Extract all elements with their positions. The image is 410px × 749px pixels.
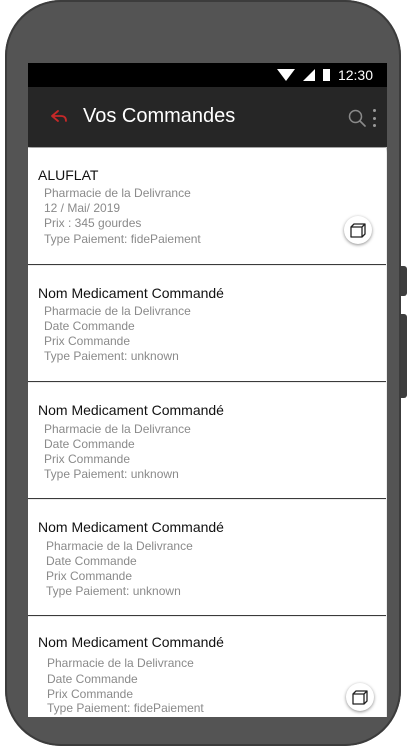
order-card[interactable]: Nom Medicament Commandé Pharmacie de la … — [28, 617, 386, 717]
medicament-name: Nom Medicament Commandé — [38, 402, 224, 418]
payment-type: Type Paiement: unknown — [44, 349, 179, 363]
order-price: Prix Commande — [47, 687, 134, 701]
package-icon — [350, 223, 366, 238]
order-card[interactable]: ALUFLAT Pharmacie de la Delivrance 12 / … — [28, 148, 386, 265]
back-arrow-icon[interactable] — [50, 109, 68, 125]
signal-icon — [302, 69, 315, 81]
medicament-name: ALUFLAT — [38, 167, 99, 183]
payment-type: Type Paiement: unknown — [44, 467, 179, 481]
battery-icon — [322, 69, 330, 81]
order-price: Prix Commande — [46, 569, 133, 583]
order-date: Date Commande — [46, 554, 137, 568]
order-card[interactable]: Nom Medicament Commandé Pharmacie de la … — [28, 383, 386, 499]
order-card[interactable]: Nom Medicament Commandé Pharmacie de la … — [28, 500, 386, 616]
order-price: Prix : 345 gourdes — [44, 216, 142, 230]
more-options-icon[interactable] — [371, 109, 377, 127]
wifi-icon — [276, 69, 295, 81]
search-icon[interactable] — [348, 109, 366, 127]
pharmacy-name: Pharmacie de la Delivrance — [44, 186, 191, 200]
package-icon — [352, 690, 368, 705]
phone-side-button — [401, 266, 407, 296]
medicament-name: Nom Medicament Commandé — [38, 634, 224, 650]
phone-volume-button — [401, 314, 407, 398]
pharmacy-name: Pharmacie de la Delivrance — [46, 539, 193, 553]
order-price: Prix Commande — [44, 334, 131, 348]
pharmacy-name: Pharmacie de la Delivrance — [44, 422, 191, 436]
medicament-name: Nom Medicament Commandé — [38, 519, 224, 535]
status-time: 12:30 — [337, 67, 373, 83]
order-date: Date Commande — [47, 672, 138, 686]
status-bar: 12:30 — [28, 63, 387, 87]
order-price: Prix Commande — [44, 452, 131, 466]
app-screen: 12:30 Vos Commandes ALUFLAT Pharmacie de… — [28, 63, 387, 717]
order-date: 12 / Mai/ 2019 — [44, 201, 121, 215]
medicament-name: Nom Medicament Commandé — [38, 285, 224, 301]
pharmacy-name: Pharmacie de la Delivrance — [47, 656, 194, 670]
payment-type: Type Paiement: fidePaiement — [47, 701, 204, 715]
pharmacy-name: Pharmacie de la Delivrance — [44, 304, 191, 318]
package-button[interactable] — [344, 216, 372, 244]
order-card[interactable]: Nom Medicament Commandé Pharmacie de la … — [28, 266, 386, 382]
payment-type: Type Paiement: fidePaiement — [44, 232, 201, 246]
order-date: Date Commande — [44, 319, 135, 333]
page-title: Vos Commandes — [83, 105, 236, 127]
payment-type: Type Paiement: unknown — [46, 584, 181, 598]
order-date: Date Commande — [44, 437, 135, 451]
app-bar: Vos Commandes — [28, 87, 387, 147]
package-button[interactable] — [346, 683, 374, 711]
